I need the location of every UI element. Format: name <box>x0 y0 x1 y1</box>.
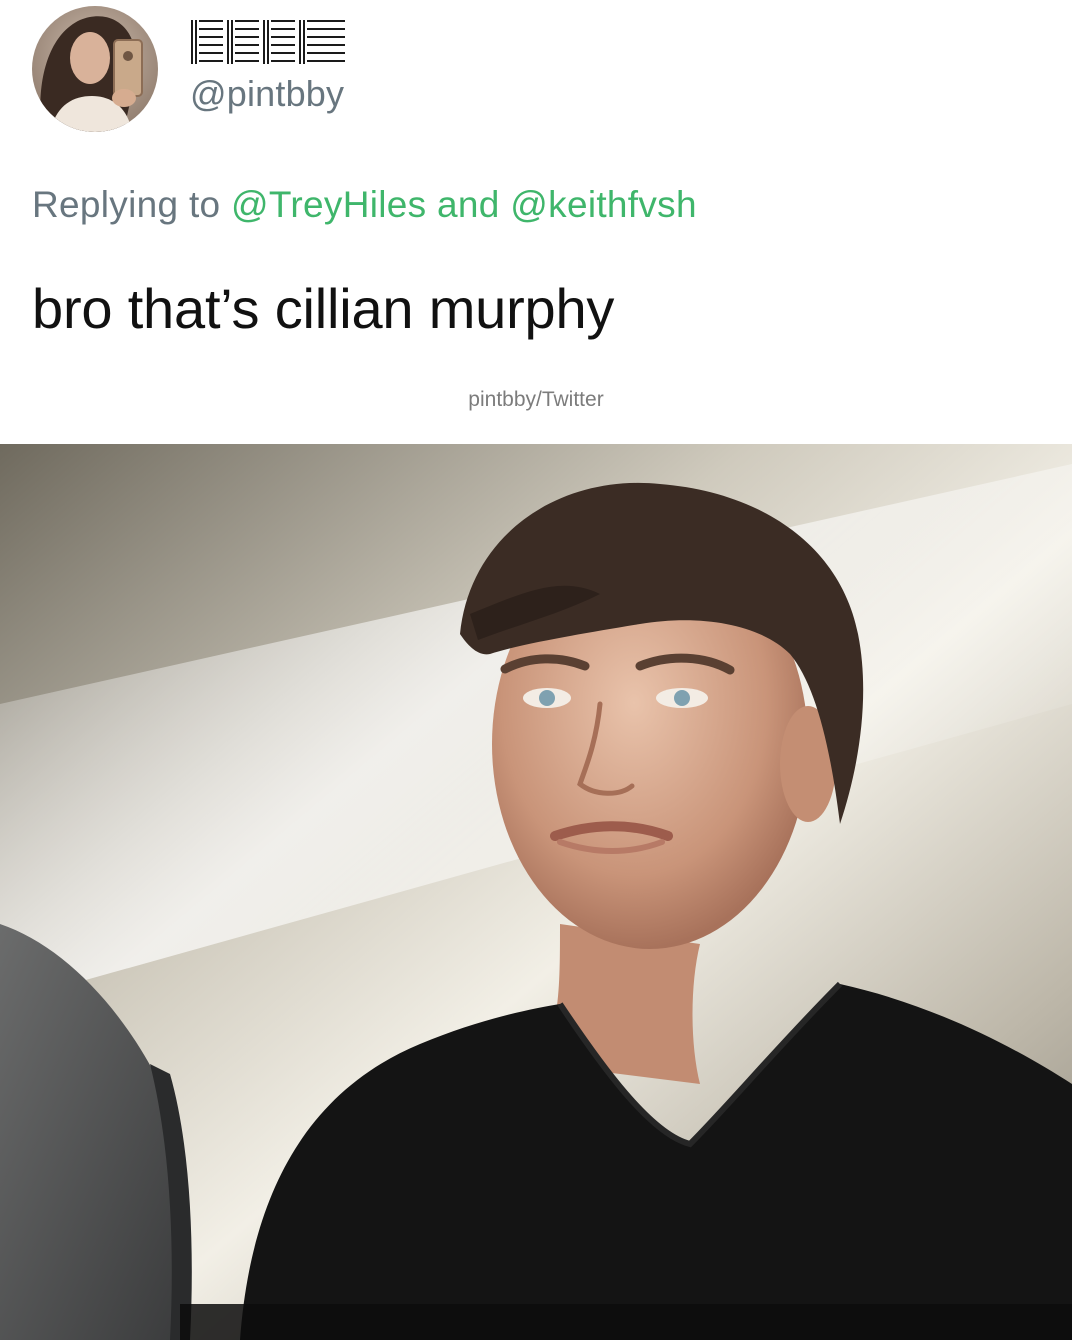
tweet-text: bro that’s cillian murphy <box>32 277 615 340</box>
replying-to-label: Replying to <box>32 184 221 225</box>
avatar-photo-icon <box>32 6 158 132</box>
user-handle[interactable]: @pintbby <box>190 72 344 116</box>
reply-conjunction: and <box>437 184 500 225</box>
display-name[interactable] <box>191 18 347 66</box>
avatar[interactable] <box>32 6 158 132</box>
mention-link-treyhiles[interactable]: @TreyHiles <box>231 184 426 225</box>
person-photo-icon <box>0 444 1072 1340</box>
display-name-glyphs-icon <box>191 20 345 64</box>
mention-link-keithfvsh[interactable]: @keithfvsh <box>510 184 697 225</box>
embedded-photo[interactable] <box>0 444 1072 1340</box>
image-credit: pintbby/Twitter <box>468 388 604 411</box>
replying-to-line: Replying to @TreyHiles and @keithfvsh <box>32 182 697 228</box>
